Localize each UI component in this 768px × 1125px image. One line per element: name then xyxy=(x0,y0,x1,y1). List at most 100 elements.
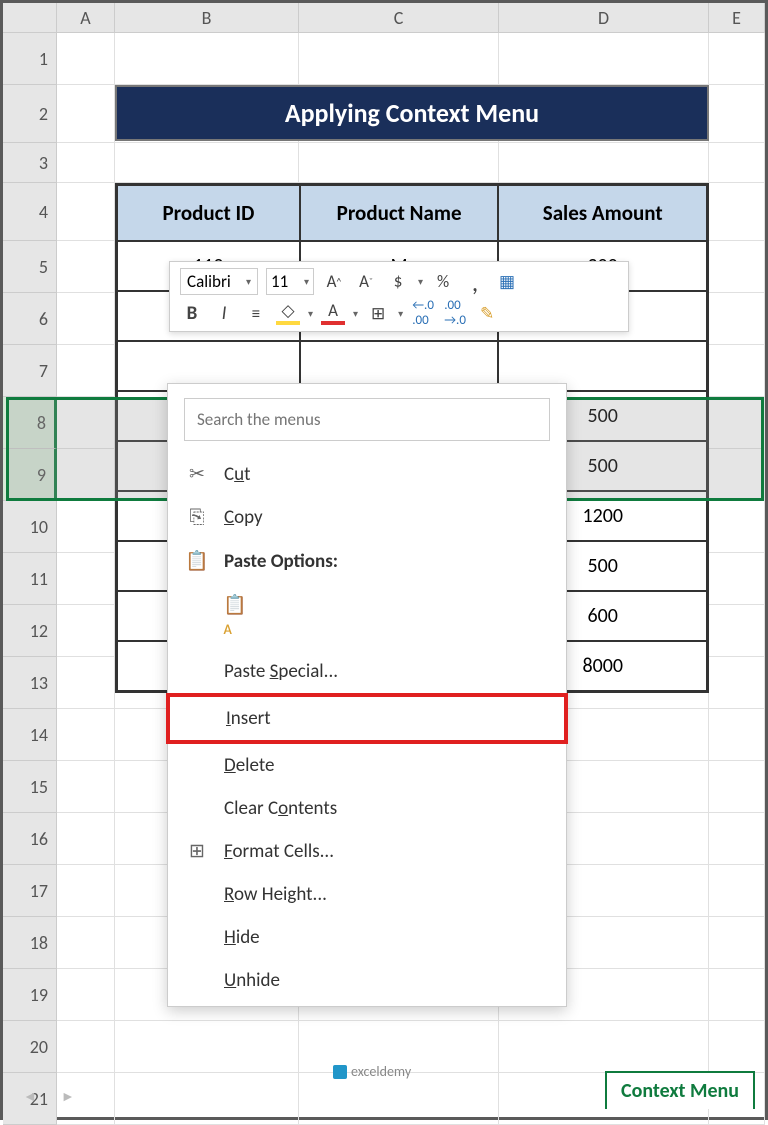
row-header-13[interactable]: 13 xyxy=(3,657,57,709)
cell[interactable] xyxy=(57,33,115,85)
borders-icon[interactable]: ⊞ xyxy=(366,301,390,325)
row-header-18[interactable]: 18 xyxy=(3,917,57,969)
row-header-19[interactable]: 19 xyxy=(3,969,57,1021)
cell[interactable] xyxy=(709,709,765,761)
cell[interactable] xyxy=(57,813,115,865)
cell[interactable] xyxy=(115,1073,299,1125)
row-header-15[interactable]: 15 xyxy=(3,761,57,813)
cell[interactable] xyxy=(709,345,765,397)
increase-decimal-icon[interactable]: ←.0.00 xyxy=(411,301,435,325)
cell[interactable] xyxy=(57,605,115,657)
cell[interactable] xyxy=(709,501,765,553)
row-header-2[interactable]: 2 xyxy=(3,85,57,143)
sheet-tab-context-menu[interactable]: Context Menu xyxy=(605,1071,755,1109)
row-header-17[interactable]: 17 xyxy=(3,865,57,917)
cell[interactable] xyxy=(709,293,765,345)
row-header-11[interactable]: 11 xyxy=(3,553,57,605)
cell[interactable] xyxy=(299,33,499,85)
col-header-B[interactable]: B xyxy=(115,3,299,32)
cell[interactable] xyxy=(499,143,709,183)
cell[interactable] xyxy=(709,865,765,917)
row-header-16[interactable]: 16 xyxy=(3,813,57,865)
format-painter-icon[interactable]: ✎ xyxy=(475,301,499,325)
menu-item-paste-options-[interactable]: 📋Paste Options: xyxy=(168,539,566,583)
cell[interactable] xyxy=(709,85,765,143)
cell[interactable] xyxy=(57,865,115,917)
cell[interactable] xyxy=(709,143,765,183)
row-header-5[interactable]: 5 xyxy=(3,241,57,293)
cell[interactable] xyxy=(57,345,115,397)
cell[interactable] xyxy=(57,709,115,761)
row-header-4[interactable]: 4 xyxy=(3,183,57,241)
cell[interactable] xyxy=(709,969,765,1021)
cell[interactable] xyxy=(57,241,115,293)
cell[interactable] xyxy=(57,501,115,553)
col-header-D[interactable]: D xyxy=(499,3,709,32)
nav-next-icon[interactable]: ► xyxy=(61,1088,75,1105)
cell[interactable] xyxy=(57,917,115,969)
menu-item-insert[interactable]: Insert xyxy=(166,693,568,744)
row-header-20[interactable]: 20 xyxy=(3,1021,57,1073)
cell[interactable] xyxy=(709,605,765,657)
cell[interactable] xyxy=(499,1021,709,1073)
menu-item-row-height-[interactable]: Row Height... xyxy=(168,873,566,916)
row-header-12[interactable]: 12 xyxy=(3,605,57,657)
row-header-1[interactable]: 1 xyxy=(3,33,57,85)
cell[interactable] xyxy=(57,553,115,605)
table-format-icon[interactable]: ▦ xyxy=(495,270,519,294)
row-header-6[interactable]: 6 xyxy=(3,293,57,345)
row-header-10[interactable]: 10 xyxy=(3,501,57,553)
font-size-dropdown[interactable]: 11▾ xyxy=(266,268,314,295)
menu-item-copy[interactable]: ⎘Copy xyxy=(168,496,566,539)
align-icon[interactable]: ≡ xyxy=(244,301,268,325)
cell[interactable] xyxy=(709,553,765,605)
menu-item-clear-contents[interactable]: Clear Contents xyxy=(168,787,566,830)
cell[interactable] xyxy=(57,183,115,241)
cell[interactable] xyxy=(115,143,299,183)
cell[interactable] xyxy=(709,183,765,241)
select-all-corner[interactable] xyxy=(3,3,57,32)
fill-color-icon[interactable]: ◇ xyxy=(276,301,300,325)
cell[interactable] xyxy=(709,241,765,293)
cell[interactable] xyxy=(299,1073,499,1125)
cell[interactable] xyxy=(57,1021,115,1073)
cell[interactable] xyxy=(57,969,115,1021)
cell[interactable] xyxy=(709,657,765,709)
cell[interactable] xyxy=(57,761,115,813)
font-family-dropdown[interactable]: Calibri▾ xyxy=(180,268,258,295)
menu-item-hide[interactable]: Hide xyxy=(168,916,566,959)
menu-item-unhide[interactable]: Unhide xyxy=(168,959,566,1002)
cell[interactable] xyxy=(115,1021,299,1073)
menu-item-cut[interactable]: ✂Cut xyxy=(168,453,566,496)
cell[interactable] xyxy=(299,143,499,183)
menu-item-paste-special-[interactable]: Paste Special... xyxy=(168,650,566,693)
menu-item-paste-option[interactable]: 📋ᴀ xyxy=(168,583,566,650)
cell[interactable] xyxy=(57,143,115,183)
cell[interactable] xyxy=(709,1021,765,1073)
col-header-C[interactable]: C xyxy=(299,3,499,32)
comma-format-icon[interactable]: , xyxy=(463,270,487,294)
col-header-E[interactable]: E xyxy=(709,3,765,32)
increase-font-icon[interactable]: A^ xyxy=(322,270,346,294)
menu-item-format-cells-[interactable]: ⊞Format Cells... xyxy=(168,830,566,873)
cell[interactable] xyxy=(499,33,709,85)
font-color-icon[interactable]: A xyxy=(321,301,345,325)
cell[interactable] xyxy=(57,293,115,345)
sheet-nav[interactable]: ◄ ► xyxy=(23,1088,75,1105)
menu-item-delete[interactable]: Delete xyxy=(168,744,566,787)
cell[interactable] xyxy=(57,657,115,709)
cell[interactable] xyxy=(57,85,115,143)
bold-button[interactable]: B xyxy=(180,301,204,325)
decrease-font-icon[interactable]: Aˇ xyxy=(354,270,378,294)
cell[interactable] xyxy=(709,33,765,85)
row-header-7[interactable]: 7 xyxy=(3,345,57,397)
nav-prev-icon[interactable]: ◄ xyxy=(23,1088,37,1105)
row-header-14[interactable]: 14 xyxy=(3,709,57,761)
row-header-3[interactable]: 3 xyxy=(3,143,57,183)
col-header-A[interactable]: A xyxy=(57,3,115,32)
cell[interactable] xyxy=(709,917,765,969)
italic-button[interactable]: I xyxy=(212,301,236,325)
menu-search-input[interactable] xyxy=(184,398,550,441)
accounting-format-icon[interactable]: $ xyxy=(386,270,410,294)
cell[interactable] xyxy=(709,813,765,865)
